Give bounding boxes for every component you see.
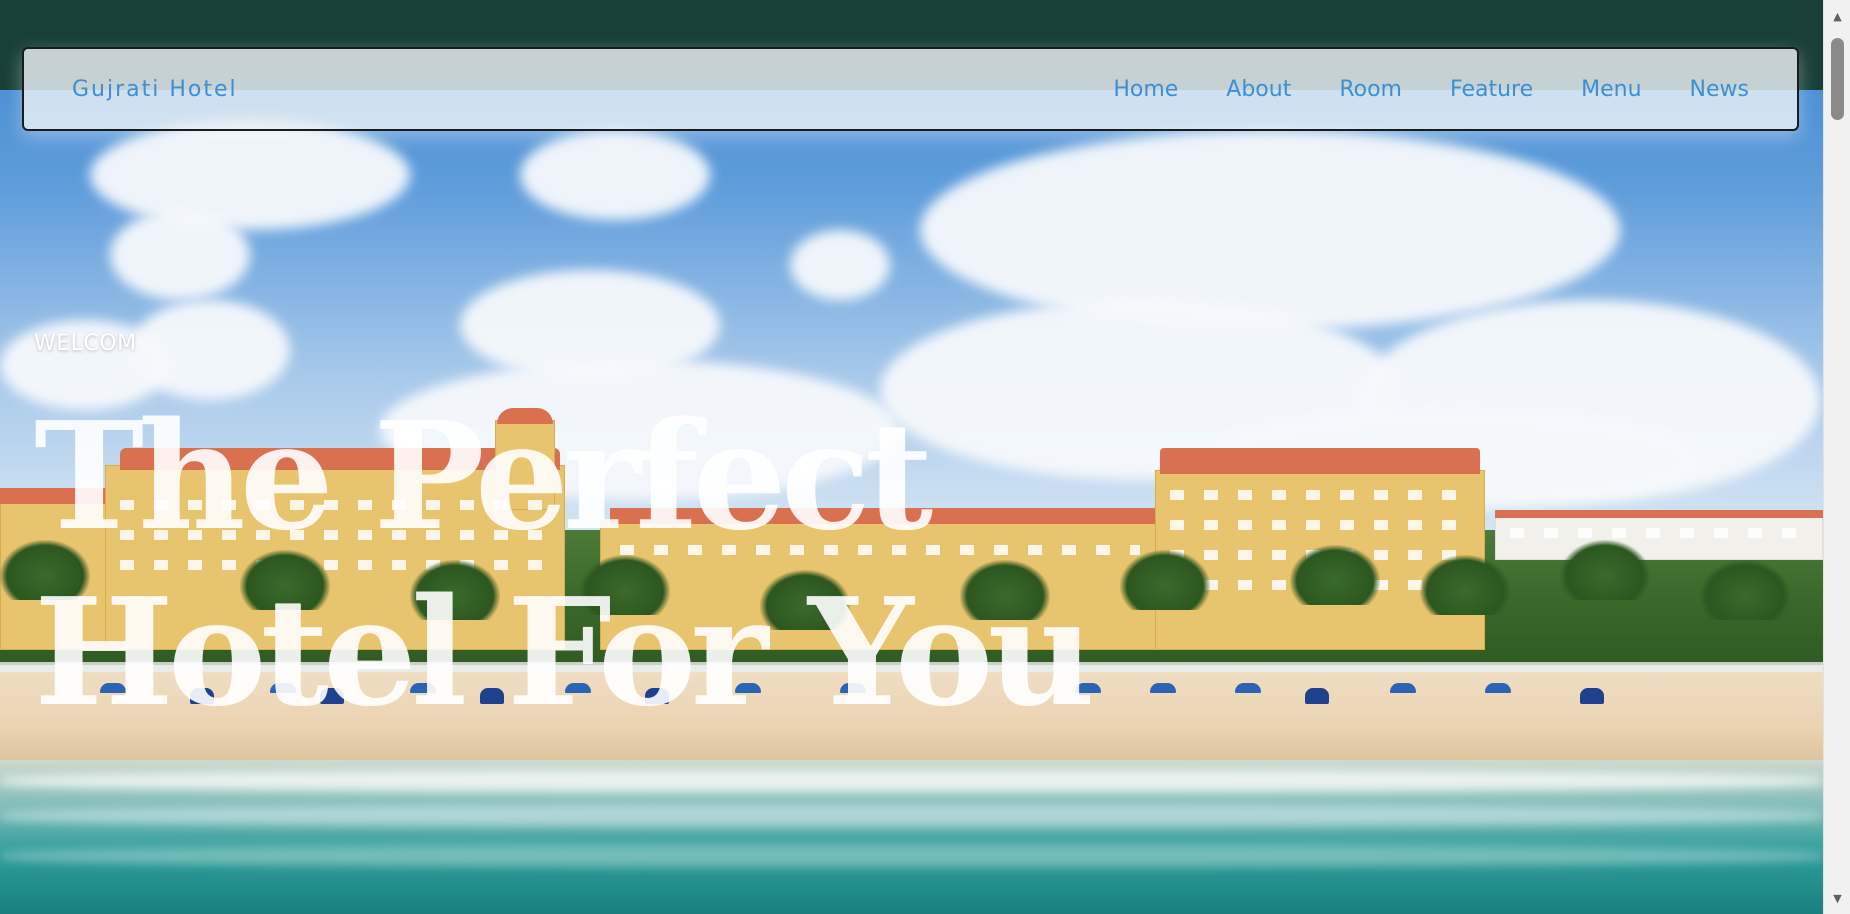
hero-headline-line-1: The Perfect: [34, 389, 933, 563]
nav-item-feature: Feature: [1450, 77, 1533, 102]
nav-item-menu: Menu: [1581, 77, 1641, 102]
nav-links: Home About Room Feature Menu News: [1065, 77, 1749, 102]
nav-item-news: News: [1690, 77, 1749, 102]
nav-link-feature[interactable]: Feature: [1450, 77, 1533, 102]
nav-link-room[interactable]: Room: [1339, 77, 1402, 102]
navbar: Gujrati Hotel Home About Room Feature Me…: [22, 47, 1799, 131]
nav-link-home[interactable]: Home: [1113, 77, 1178, 102]
hero-eyebrow: WELCOM: [34, 331, 137, 356]
chevron-down-icon[interactable]: ▼: [1824, 888, 1850, 908]
scrollbar-thumb[interactable]: [1831, 38, 1844, 120]
nav-item-home: Home: [1113, 77, 1178, 102]
hero-headline-line-2: Hotel For You: [34, 565, 1095, 739]
nav-link-about[interactable]: About: [1226, 77, 1291, 102]
nav-item-about: About: [1226, 77, 1291, 102]
nav-item-room: Room: [1339, 77, 1402, 102]
chevron-up-icon[interactable]: ▲: [1824, 6, 1850, 26]
nav-link-menu[interactable]: Menu: [1581, 77, 1641, 102]
hero-headline: The Perfect Hotel For You: [34, 388, 1095, 740]
vertical-scrollbar[interactable]: ▲ ▼: [1823, 0, 1850, 914]
brand-logo-link[interactable]: Gujrati Hotel: [72, 77, 238, 102]
nav-link-news[interactable]: News: [1690, 77, 1749, 102]
page-viewport: Gujrati Hotel Home About Room Feature Me…: [0, 0, 1823, 914]
